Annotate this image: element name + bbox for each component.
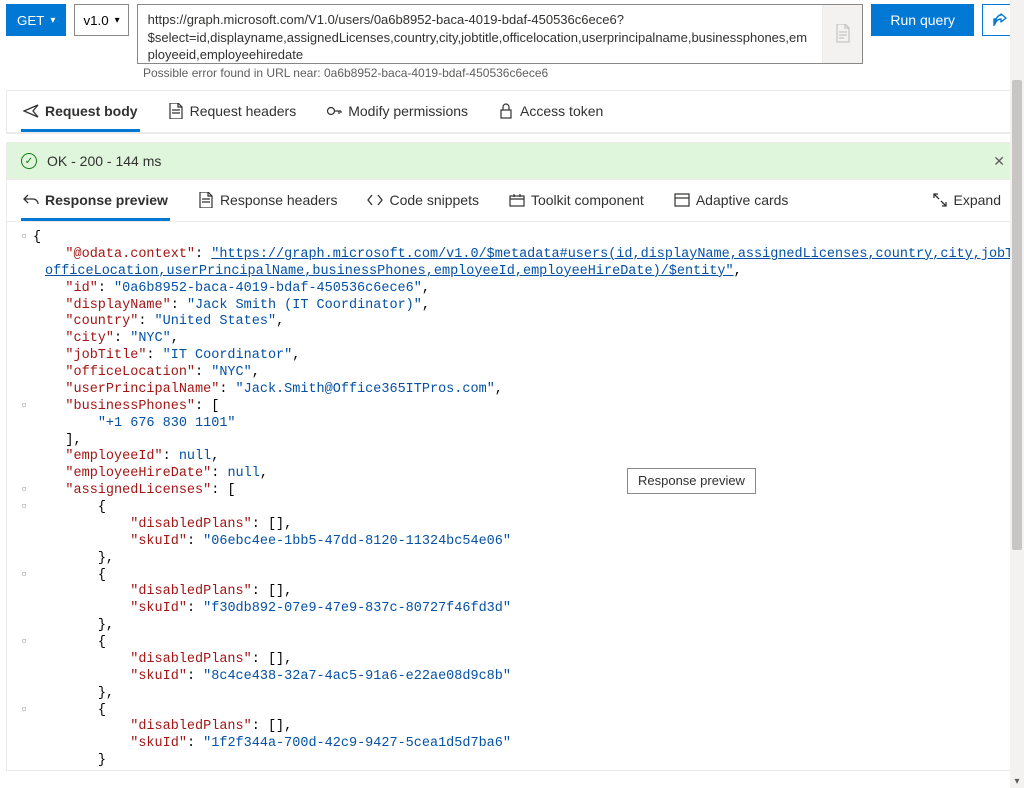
tab-request-headers[interactable]: Request headers bbox=[166, 91, 299, 132]
tab-response-preview-label: Response preview bbox=[45, 192, 168, 208]
undo-icon bbox=[23, 192, 39, 208]
fold-gutter[interactable]: ▫ bbox=[15, 635, 33, 652]
tab-response-preview[interactable]: Response preview bbox=[21, 180, 170, 221]
expand-icon bbox=[932, 192, 948, 208]
api-version-label: v1.0 bbox=[83, 13, 108, 28]
document-icon bbox=[168, 103, 184, 119]
tooltip: Response preview bbox=[627, 468, 756, 494]
docs-link-button[interactable] bbox=[822, 5, 862, 63]
send-icon bbox=[23, 103, 39, 119]
tab-response-headers-label: Response headers bbox=[220, 192, 338, 208]
document-icon bbox=[198, 192, 214, 208]
scrollbar-thumb[interactable] bbox=[1012, 80, 1022, 550]
request-tabs: Request body Request headers Modify perm… bbox=[7, 91, 1017, 133]
key-icon bbox=[326, 103, 342, 119]
document-icon bbox=[835, 24, 851, 44]
http-method-dropdown[interactable]: GET ▾ bbox=[6, 4, 66, 36]
tab-access-token[interactable]: Access token bbox=[496, 91, 605, 132]
tab-response-headers[interactable]: Response headers bbox=[196, 180, 340, 221]
fold-gutter[interactable]: ▫ bbox=[15, 500, 33, 517]
tab-modify-permissions[interactable]: Modify permissions bbox=[324, 91, 470, 132]
code-icon bbox=[367, 192, 383, 208]
status-bar: ✓ OK - 200 - 144 ms ✕ bbox=[6, 142, 1018, 180]
fold-gutter[interactable]: ▫ bbox=[15, 483, 33, 500]
chevron-down-icon: ▾ bbox=[115, 15, 120, 26]
tab-toolkit-component[interactable]: Toolkit component bbox=[507, 180, 646, 221]
success-check-icon: ✓ bbox=[21, 153, 37, 169]
fold-gutter[interactable]: ▫ bbox=[15, 703, 33, 720]
tab-adaptive-cards[interactable]: Adaptive cards bbox=[672, 180, 791, 221]
expand-label: Expand bbox=[954, 192, 1001, 208]
expand-button[interactable]: Expand bbox=[930, 180, 1003, 221]
share-icon bbox=[992, 12, 1008, 28]
fold-gutter[interactable]: ▫ bbox=[15, 230, 33, 247]
toolkit-icon bbox=[509, 192, 525, 208]
cards-icon bbox=[674, 192, 690, 208]
tab-request-body-label: Request body bbox=[45, 103, 138, 119]
vertical-scrollbar[interactable]: ▾ bbox=[1010, 0, 1024, 788]
tab-request-headers-label: Request headers bbox=[190, 103, 297, 119]
tab-modify-permissions-label: Modify permissions bbox=[348, 103, 468, 119]
tab-request-body[interactable]: Request body bbox=[21, 91, 140, 132]
tab-adaptive-cards-label: Adaptive cards bbox=[696, 192, 789, 208]
request-url-input[interactable] bbox=[138, 5, 823, 63]
chevron-down-icon: ▾ bbox=[50, 15, 55, 26]
url-error-hint: Possible error found in URL near: 0a6b89… bbox=[0, 64, 1024, 86]
scroll-down-button[interactable]: ▾ bbox=[1010, 774, 1024, 788]
tab-access-token-label: Access token bbox=[520, 103, 603, 119]
tab-code-snippets[interactable]: Code snippets bbox=[365, 180, 481, 221]
run-query-button[interactable]: Run query bbox=[871, 4, 974, 36]
tab-toolkit-component-label: Toolkit component bbox=[531, 192, 644, 208]
api-version-dropdown[interactable]: v1.0 ▾ bbox=[74, 4, 128, 36]
close-status-button[interactable]: ✕ bbox=[993, 153, 1005, 170]
response-tabs: Response preview Response headers Code s… bbox=[7, 180, 1017, 222]
response-json-viewer[interactable]: ▫{ "@odata.context": "https://graph.micr… bbox=[7, 222, 1017, 770]
fold-gutter[interactable]: ▫ bbox=[15, 399, 33, 416]
tab-code-snippets-label: Code snippets bbox=[389, 192, 479, 208]
status-text: OK - 200 - 144 ms bbox=[47, 153, 161, 169]
url-input-wrap bbox=[137, 4, 864, 64]
http-method-label: GET bbox=[17, 13, 44, 28]
lock-icon bbox=[498, 103, 514, 119]
fold-gutter[interactable]: ▫ bbox=[15, 568, 33, 585]
